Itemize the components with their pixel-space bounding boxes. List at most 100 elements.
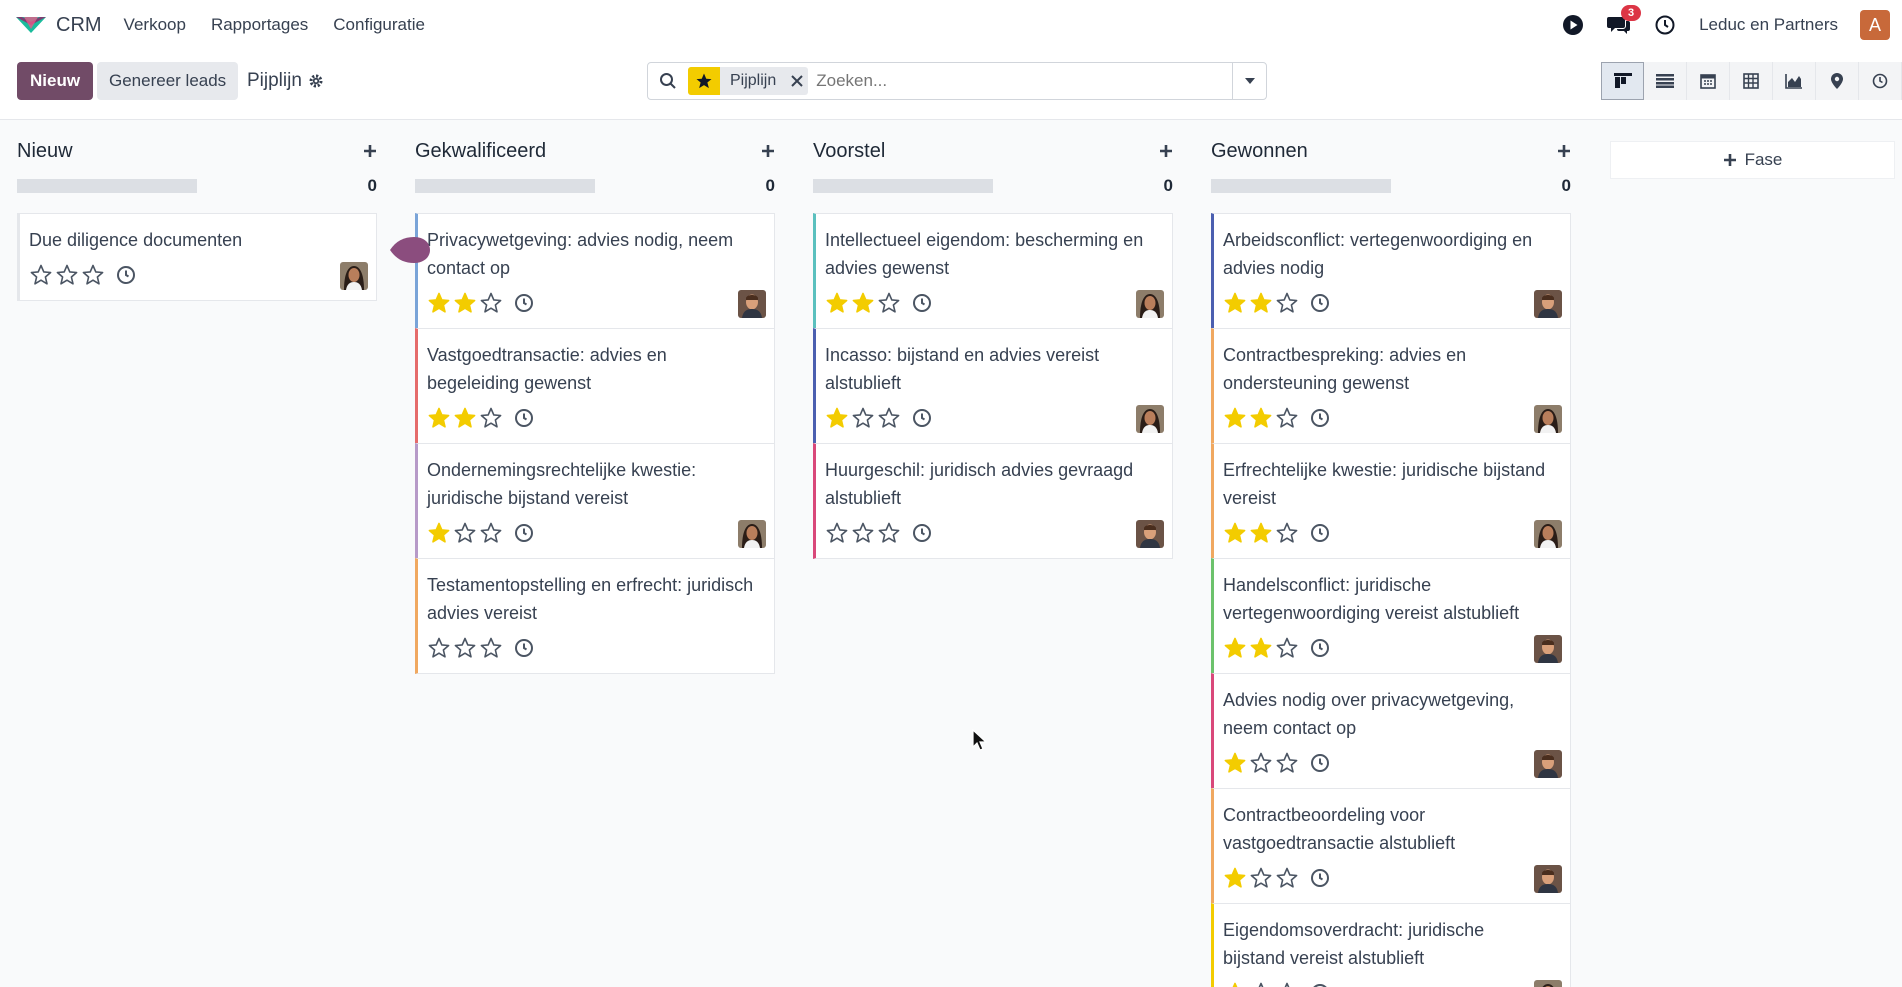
salesperson-avatar[interactable]: [1534, 865, 1562, 893]
column-progress-bar[interactable]: [813, 179, 993, 193]
star-empty-icon[interactable]: [1249, 751, 1273, 775]
star-filled-icon[interactable]: [851, 291, 875, 315]
kanban-card[interactable]: Contractbeoordeling voor vastgoedtransac…: [1211, 788, 1571, 904]
kanban-card[interactable]: Erfrechtelijke kwestie: juridische bijst…: [1211, 443, 1571, 559]
star-empty-icon[interactable]: [1275, 636, 1299, 660]
kanban-card[interactable]: Huurgeschil: juridisch advies gevraagd a…: [813, 443, 1173, 559]
salesperson-avatar[interactable]: [738, 520, 766, 548]
new-button[interactable]: Nieuw: [17, 62, 94, 100]
clock-icon[interactable]: [1653, 13, 1677, 37]
star-empty-icon[interactable]: [1275, 981, 1299, 987]
kanban-card[interactable]: Eigendomsoverdracht: juridische bijstand…: [1211, 903, 1571, 987]
activity-clock-icon[interactable]: [911, 292, 933, 314]
star-filled-icon[interactable]: [427, 406, 451, 430]
activity-clock-icon[interactable]: [1309, 867, 1331, 889]
star-empty-icon[interactable]: [1275, 406, 1299, 430]
activity-view-button[interactable]: [1859, 62, 1902, 100]
activity-clock-icon[interactable]: [115, 264, 137, 286]
star-empty-icon[interactable]: [479, 521, 503, 545]
activity-clock-icon[interactable]: [1309, 982, 1331, 987]
star-filled-icon[interactable]: [1249, 521, 1273, 545]
kanban-card[interactable]: Handelsconflict: juridische vertegenwoor…: [1211, 558, 1571, 674]
star-filled-icon[interactable]: [427, 521, 451, 545]
star-filled-icon[interactable]: [1249, 636, 1273, 660]
star-filled-icon[interactable]: [1223, 521, 1247, 545]
map-view-button[interactable]: [1816, 62, 1859, 100]
salesperson-avatar[interactable]: [1136, 290, 1164, 318]
star-filled-icon[interactable]: [1223, 751, 1247, 775]
salesperson-avatar[interactable]: [1136, 405, 1164, 433]
star-filled-icon[interactable]: [1223, 406, 1247, 430]
remove-facet-icon[interactable]: [786, 75, 808, 87]
activity-clock-icon[interactable]: [1309, 292, 1331, 314]
kanban-card[interactable]: Testamentopstelling en erfrecht: juridis…: [415, 558, 775, 674]
column-title[interactable]: Gekwalificeerd: [415, 140, 546, 163]
add-card-plus-icon[interactable]: [1159, 144, 1173, 158]
star-empty-icon[interactable]: [427, 636, 451, 660]
activity-clock-icon[interactable]: [513, 292, 535, 314]
column-title[interactable]: Gewonnen: [1211, 140, 1308, 163]
star-empty-icon[interactable]: [877, 406, 901, 430]
salesperson-avatar[interactable]: [1534, 980, 1562, 987]
star-empty-icon[interactable]: [1249, 981, 1273, 987]
company-name[interactable]: Leduc en Partners: [1699, 15, 1838, 35]
activity-clock-icon[interactable]: [911, 522, 933, 544]
salesperson-avatar[interactable]: [1534, 635, 1562, 663]
star-filled-icon[interactable]: [453, 291, 477, 315]
column-title[interactable]: Voorstel: [813, 140, 885, 163]
user-avatar[interactable]: A: [1860, 10, 1890, 40]
star-filled-icon[interactable]: [1249, 406, 1273, 430]
list-view-button[interactable]: [1644, 62, 1687, 100]
chat-icon[interactable]: 3: [1607, 5, 1642, 37]
search-options-toggle[interactable]: [1232, 63, 1266, 99]
activity-clock-icon[interactable]: [1309, 407, 1331, 429]
star-empty-icon[interactable]: [1275, 866, 1299, 890]
star-empty-icon[interactable]: [479, 406, 503, 430]
kanban-card[interactable]: Intellectueel eigendom: bescherming en a…: [813, 213, 1173, 329]
star-filled-icon[interactable]: [1223, 981, 1247, 987]
add-stage-button[interactable]: Fase: [1610, 141, 1895, 179]
kanban-view-button[interactable]: [1601, 62, 1644, 100]
calendar-view-button[interactable]: [1687, 62, 1730, 100]
star-empty-icon[interactable]: [877, 291, 901, 315]
play-icon[interactable]: [1561, 13, 1585, 37]
star-filled-icon[interactable]: [1223, 291, 1247, 315]
salesperson-avatar[interactable]: [340, 262, 368, 290]
kanban-card[interactable]: Vastgoedtransactie: advies en begeleidin…: [415, 328, 775, 444]
star-filled-icon[interactable]: [825, 406, 849, 430]
kanban-card[interactable]: Arbeidsconflict: vertegenwoordiging en a…: [1211, 213, 1571, 329]
star-empty-icon[interactable]: [479, 291, 503, 315]
nav-item-rapportages[interactable]: Rapportages: [211, 15, 308, 35]
star-filled-icon[interactable]: [427, 291, 451, 315]
kanban-card[interactable]: Privacywetgeving: advies nodig, neem con…: [415, 213, 775, 329]
activity-clock-icon[interactable]: [911, 407, 933, 429]
kanban-card[interactable]: Incasso: bijstand en advies vereist alst…: [813, 328, 1173, 444]
add-card-plus-icon[interactable]: [363, 144, 377, 158]
kanban-card[interactable]: Due diligence documenten: [17, 213, 377, 301]
salesperson-avatar[interactable]: [1534, 405, 1562, 433]
kanban-card[interactable]: Ondernemingsrechtelijke kwestie: juridis…: [415, 443, 775, 559]
star-empty-icon[interactable]: [851, 406, 875, 430]
column-title[interactable]: Nieuw: [17, 140, 73, 163]
star-empty-icon[interactable]: [877, 521, 901, 545]
star-empty-icon[interactable]: [1275, 751, 1299, 775]
column-progress-bar[interactable]: [17, 179, 197, 193]
star-empty-icon[interactable]: [81, 263, 105, 287]
add-card-plus-icon[interactable]: [761, 144, 775, 158]
gear-icon[interactable]: [308, 73, 324, 89]
star-empty-icon[interactable]: [29, 263, 53, 287]
activity-clock-icon[interactable]: [513, 637, 535, 659]
star-empty-icon[interactable]: [825, 521, 849, 545]
salesperson-avatar[interactable]: [1136, 520, 1164, 548]
salesperson-avatar[interactable]: [1534, 750, 1562, 778]
star-filled-icon[interactable]: [1223, 636, 1247, 660]
search-input[interactable]: [816, 71, 1217, 91]
activity-clock-icon[interactable]: [1309, 752, 1331, 774]
add-card-plus-icon[interactable]: [1557, 144, 1571, 158]
star-empty-icon[interactable]: [453, 636, 477, 660]
app-name[interactable]: CRM: [56, 14, 102, 37]
star-empty-icon[interactable]: [453, 521, 477, 545]
crm-logo-icon[interactable]: [14, 13, 48, 37]
star-filled-icon[interactable]: [1249, 291, 1273, 315]
kanban-card[interactable]: Contractbespreking: advies en ondersteun…: [1211, 328, 1571, 444]
